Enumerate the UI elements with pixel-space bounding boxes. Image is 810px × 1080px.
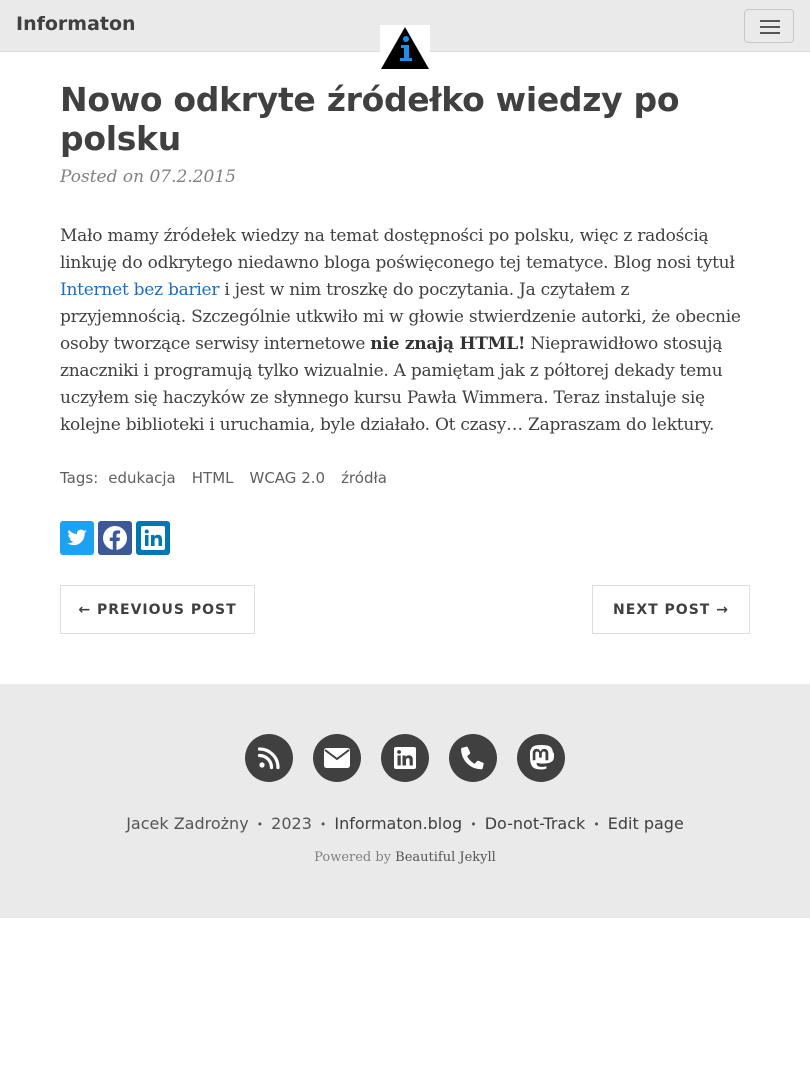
tag-link[interactable]: źródła: [341, 469, 387, 487]
twitter-share-button[interactable]: [60, 521, 94, 555]
tag-link[interactable]: HTML: [192, 469, 234, 487]
separator: •: [319, 818, 327, 831]
facebook-icon: [98, 521, 132, 555]
navbar: Informaton: [0, 0, 810, 71]
linkedin-share-button[interactable]: [136, 521, 170, 555]
tag-link[interactable]: WCAG 2.0: [250, 469, 326, 487]
footer-site-link[interactable]: Informaton.blog: [334, 814, 462, 833]
linkedin-icon: [394, 747, 416, 769]
internet-bez-barier-link[interactable]: Internet bez barier: [60, 280, 220, 300]
previous-post-button[interactable]: ← PREVIOUS POST: [60, 585, 255, 634]
menu-toggle-button[interactable]: [744, 9, 794, 43]
tags: Tags: edukacja HTML WCAG 2.0 źródła: [60, 469, 387, 487]
rss-icon: [257, 747, 280, 770]
mastodon-icon: [529, 745, 554, 770]
phone-link[interactable]: [449, 734, 497, 782]
email-icon: [324, 748, 350, 768]
footer-year: 2023: [271, 814, 312, 833]
info-triangle-logo-icon: [381, 27, 429, 69]
separator: •: [470, 818, 477, 831]
mastodon-link[interactable]: [517, 734, 565, 782]
facebook-share-button[interactable]: [98, 521, 132, 555]
body-text-1: Mało mamy źródełek wiedzy na temat dostę…: [60, 226, 735, 273]
separator: •: [593, 818, 600, 831]
post-title: Nowo odkryte źródełko wiedzy po polsku: [60, 80, 680, 158]
email-link[interactable]: [313, 734, 361, 782]
footer-info: Jacek Zadrożny • 2023 • Informaton.blog • Do-n…: [0, 814, 810, 833]
body-bold-text: nie znają HTML!: [370, 334, 526, 354]
site-logo[interactable]: [380, 25, 430, 71]
share-buttons: [60, 521, 170, 555]
post-body: Mało mamy źródełek wiedzy na temat dostę…: [60, 223, 755, 439]
rss-link[interactable]: [245, 734, 293, 782]
footer-dnt-link[interactable]: Do-not-Track: [485, 814, 586, 833]
brand-link[interactable]: Informaton: [16, 13, 136, 35]
tags-label: Tags:: [60, 469, 99, 487]
linkedin-link[interactable]: [381, 734, 429, 782]
separator: •: [256, 818, 264, 831]
powered-by: Powered by Beautiful Jekyll: [0, 850, 810, 865]
phone-icon: [461, 746, 484, 770]
footer-edit-link[interactable]: Edit page: [608, 814, 684, 833]
powered-prefix: Powered by: [314, 850, 396, 865]
footer-social-icons: [245, 734, 565, 782]
linkedin-icon: [136, 521, 170, 555]
tag-link[interactable]: edukacja: [108, 469, 175, 487]
next-post-button[interactable]: NEXT POST →: [592, 585, 750, 634]
beautiful-jekyll-link[interactable]: Beautiful Jekyll: [395, 850, 496, 865]
twitter-icon: [60, 521, 94, 555]
footer: Jacek Zadrożny • 2023 • Informaton.blog • Do-n…: [0, 684, 810, 918]
post-meta: Posted on 07.2.2015: [60, 167, 236, 187]
footer-author: Jacek Zadrożny: [126, 814, 249, 833]
